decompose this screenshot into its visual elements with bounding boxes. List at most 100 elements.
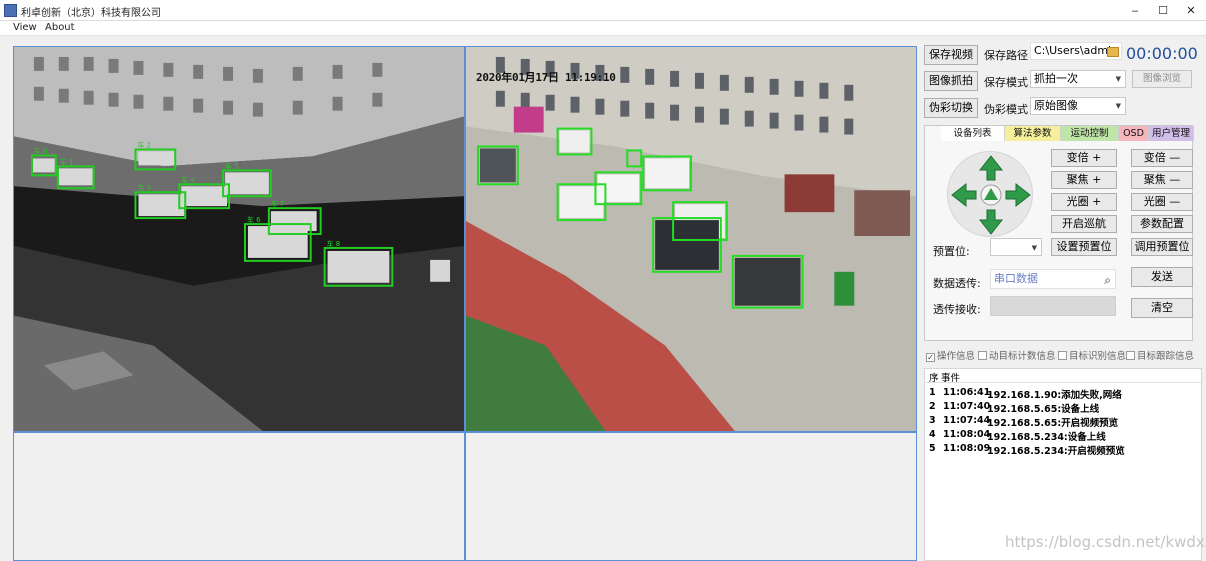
preset-select[interactable]: ▼: [990, 238, 1042, 256]
video-pane-thermal[interactable]: 车 0 车 1 车 2 车 3 车 4 车 5 车 6 车 7 车 8: [13, 46, 465, 432]
arrow-down-icon[interactable]: [978, 209, 1004, 235]
menu-view[interactable]: View: [13, 22, 37, 33]
table-row[interactable]: 3 11:07:44 192.168.5.65:开启视频预览: [925, 414, 1201, 429]
row-event: 192.168.5.234:开启视频预览: [987, 446, 1125, 457]
send-button[interactable]: 发送: [1131, 267, 1193, 287]
call-preset-button[interactable]: 调用预置位: [1131, 238, 1193, 256]
image-browse-button[interactable]: 图像浏览: [1132, 70, 1192, 88]
search-icon[interactable]: ⌕: [1104, 271, 1111, 288]
folder-icon[interactable]: [1107, 47, 1119, 57]
thermal-video-frame: 车 0 车 1 车 2 车 3 车 4 车 5 车 6 车 7 车 8: [14, 47, 464, 431]
thermal-label: 车 2: [137, 140, 151, 149]
thermal-label: 车 0: [34, 146, 48, 155]
ptz-direction-pad[interactable]: [947, 151, 1033, 237]
video-pane-empty-2[interactable]: [465, 432, 917, 561]
iris-in-button[interactable]: 光圈 +: [1051, 193, 1117, 211]
thermal-label: 车 3: [137, 183, 151, 192]
iris-out-button[interactable]: 光圈 —: [1131, 193, 1193, 211]
row-event: 192.168.1.90:添加失败,网络: [987, 390, 1122, 401]
table-row[interactable]: 5 11:08:09 192.168.5.234:开启视频预览: [925, 442, 1201, 457]
checkbox-label: 目标跟踪信息: [1137, 351, 1195, 362]
serial-data-input[interactable]: 串口数据 ⌕: [990, 269, 1116, 289]
arrow-right-icon[interactable]: [1005, 182, 1031, 208]
save-mode-value: 抓拍一次: [1034, 72, 1078, 85]
checkbox-box[interactable]: ✓: [926, 353, 935, 362]
thermal-label: 车 8: [327, 239, 341, 248]
pseudo-color-switch-button[interactable]: 伪彩切换: [924, 98, 978, 118]
video-pane-empty-1[interactable]: [13, 432, 465, 561]
save-mode-select[interactable]: 抓拍一次 ▼: [1030, 70, 1126, 88]
tab-motion-control[interactable]: 运动控制: [1061, 126, 1119, 141]
tab-user-management[interactable]: 用户管理: [1149, 126, 1194, 141]
row-time: 11:06:41: [943, 387, 991, 398]
focus-in-button[interactable]: 聚焦 +: [1051, 171, 1117, 189]
checkbox-label: 目标识别信息: [1069, 351, 1127, 362]
minimize-button[interactable]: ‒: [1122, 2, 1148, 19]
set-preset-button[interactable]: 设置预置位: [1051, 238, 1117, 256]
preset-label: 预置位:: [933, 245, 970, 258]
row-index: 5: [929, 443, 936, 454]
checkbox-box[interactable]: [1058, 351, 1067, 360]
checkbox-operation-info[interactable]: ✓ 操作信息: [926, 348, 975, 362]
tab-device-list[interactable]: 设备列表: [941, 126, 1005, 141]
visible-video-frame: [466, 47, 916, 431]
pseudo-mode-select[interactable]: 原始图像 ▼: [1030, 97, 1126, 115]
window-title: 利卓创新（北京）科技有限公司: [21, 8, 161, 19]
save-path-field[interactable]: C:\Users\admir: [1030, 42, 1122, 60]
data-send-label: 数据透传:: [933, 277, 981, 290]
arrow-left-icon[interactable]: [951, 182, 977, 208]
pseudo-mode-value: 原始图像: [1034, 99, 1078, 112]
serial-data-placeholder: 串口数据: [994, 272, 1038, 285]
data-receive-label: 透传接收:: [933, 303, 981, 316]
start-cruise-button[interactable]: 开启巡航: [1051, 215, 1117, 233]
checkbox-box[interactable]: [978, 351, 987, 360]
video-pane-visible[interactable]: 2020年01月17日 11:19:10: [465, 46, 917, 432]
maximize-button[interactable]: ☐: [1150, 2, 1176, 19]
column-header-event[interactable]: 事件: [941, 370, 960, 384]
checkbox-target-tracking-info[interactable]: 目标跟踪信息: [1126, 348, 1194, 362]
checkbox-motion-count-info[interactable]: 动目标计数信息: [978, 348, 1056, 362]
row-index: 1: [929, 387, 936, 398]
arrow-up-icon[interactable]: [978, 155, 1004, 181]
checkbox-target-recognition-info[interactable]: 目标识别信息: [1058, 348, 1126, 362]
zoom-in-button[interactable]: 变倍 +: [1051, 149, 1117, 167]
pseudo-mode-label: 伪彩模式: [984, 103, 1028, 116]
chevron-down-icon: ▼: [1031, 244, 1037, 252]
checkbox-label: 动目标计数信息: [989, 351, 1056, 362]
table-row[interactable]: 1 11:06:41 192.168.1.90:添加失败,网络: [925, 386, 1201, 401]
thermal-label: 车 4: [181, 175, 195, 184]
chevron-down-icon: ▼: [1115, 102, 1121, 110]
image-capture-button[interactable]: 图像抓拍: [924, 71, 978, 91]
row-time: 11:08:04: [943, 429, 991, 440]
table-row[interactable]: 2 11:07:40 192.168.5.65:设备上线: [925, 400, 1201, 415]
row-index: 2: [929, 401, 936, 412]
row-time: 11:07:44: [943, 415, 991, 426]
param-config-button[interactable]: 参数配置: [1131, 215, 1193, 233]
table-row[interactable]: 4 11:08:04 192.168.5.234:设备上线: [925, 428, 1201, 443]
event-table-header: 序 事件: [925, 369, 1201, 384]
row-event: 192.168.5.65:开启视频预览: [987, 418, 1119, 429]
save-video-button[interactable]: 保存视频: [924, 45, 978, 65]
receive-data-field[interactable]: [990, 296, 1116, 316]
row-time: 11:07:40: [943, 401, 991, 412]
checkbox-label: 操作信息: [937, 351, 976, 362]
watermark: https://blog.csdn.net/kwdx2: [1005, 533, 1206, 551]
record-timer: 00:00:00: [1126, 44, 1198, 63]
tab-algorithm-params[interactable]: 算法参数: [1005, 126, 1061, 141]
row-event: 192.168.5.65:设备上线: [987, 404, 1100, 415]
tab-osd[interactable]: OSD: [1119, 126, 1149, 141]
chevron-down-icon: ▼: [1115, 75, 1121, 83]
zoom-out-button[interactable]: 变倍 —: [1131, 149, 1193, 167]
menu-about[interactable]: About: [45, 22, 75, 33]
control-panel: 保存视频 保存路径 C:\Users\admir 00:00:00 图像抓拍 保…: [920, 40, 1206, 561]
row-event: 192.168.5.234:设备上线: [987, 432, 1106, 443]
video-grid: 车 0 车 1 车 2 车 3 车 4 车 5 车 6 车 7 车 8 2020…: [13, 46, 917, 561]
app-icon: [4, 4, 17, 17]
save-path-label: 保存路径: [984, 49, 1028, 62]
column-header-index[interactable]: 序: [929, 370, 939, 384]
checkbox-box[interactable]: [1126, 351, 1135, 360]
row-index: 3: [929, 415, 936, 426]
focus-out-button[interactable]: 聚焦 —: [1131, 171, 1193, 189]
clear-button[interactable]: 清空: [1131, 298, 1193, 318]
close-button[interactable]: ✕: [1178, 2, 1204, 19]
